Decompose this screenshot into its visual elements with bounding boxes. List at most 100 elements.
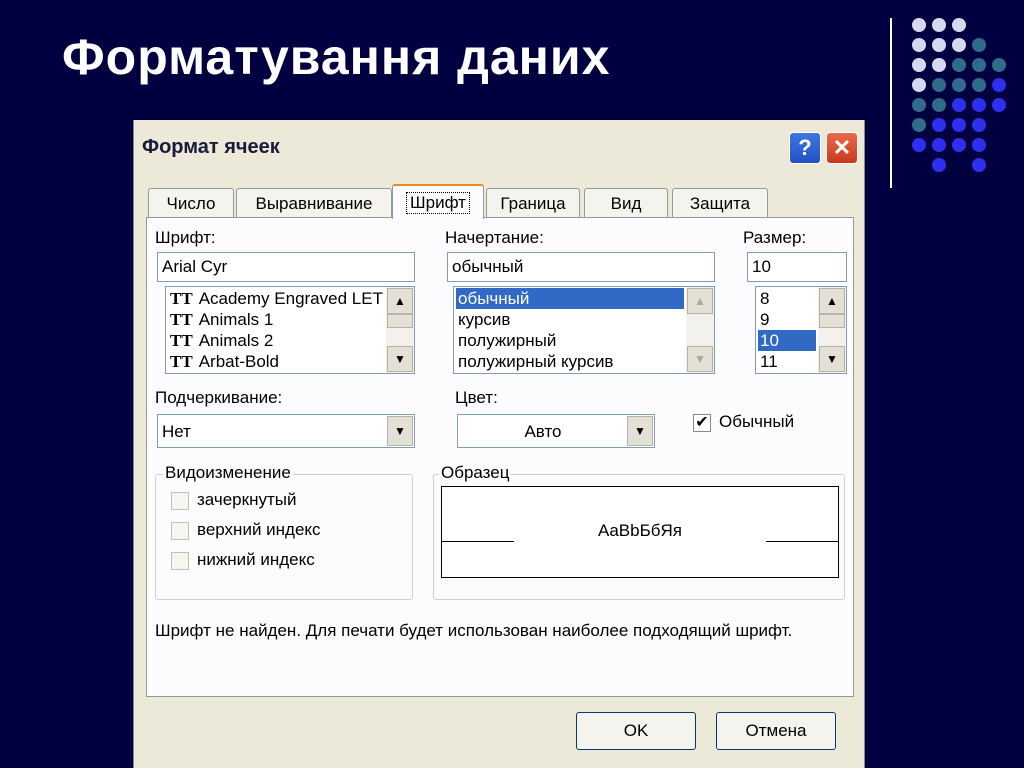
normal-font-checkbox[interactable]: ✔ bbox=[693, 414, 711, 432]
tab-label: Выравнивание bbox=[255, 193, 373, 213]
decor-dot bbox=[952, 98, 966, 112]
sample-group-title: Образец bbox=[439, 463, 512, 483]
tab-alignment[interactable]: Выравнивание bbox=[236, 188, 392, 218]
strikethrough-label: зачеркнутый bbox=[197, 490, 297, 509]
dialog-title: Формат ячеек bbox=[142, 136, 280, 158]
font-style-scrollbar[interactable]: ▲ ▼ bbox=[686, 287, 714, 373]
font-size-item[interactable]: 9 bbox=[760, 309, 769, 330]
decor-dot bbox=[972, 158, 986, 172]
slide-title: Форматування даних bbox=[62, 29, 611, 85]
truetype-icon: TT bbox=[170, 289, 193, 308]
sample-preview: AaBbБбЯя bbox=[441, 486, 839, 578]
decor-dot bbox=[972, 78, 986, 92]
decor-dot bbox=[932, 78, 946, 92]
scroll-down-icon[interactable]: ▼ bbox=[687, 346, 713, 372]
font-size-item-selected[interactable]: 10 bbox=[758, 330, 816, 351]
tab-label: Число bbox=[166, 193, 216, 213]
tab-patterns[interactable]: Вид bbox=[584, 188, 668, 218]
sample-text: AaBbБбЯя bbox=[598, 521, 682, 540]
font-list[interactable]: TT Academy Engraved LET TT Animals 1 TT Ani… bbox=[165, 286, 415, 374]
decor-dot bbox=[972, 118, 986, 132]
superscript-label: верхний индекс bbox=[197, 520, 321, 539]
tab-border[interactable]: Граница bbox=[486, 188, 580, 218]
tab-font[interactable]: Шрифт bbox=[392, 184, 484, 219]
subscript-label: нижний индекс bbox=[197, 550, 315, 569]
sample-baseline-right bbox=[766, 541, 838, 542]
decor-dot bbox=[972, 58, 986, 72]
chevron-down-icon[interactable]: ▼ bbox=[627, 416, 653, 446]
font-label: Шрифт: bbox=[155, 228, 216, 247]
decor-dot bbox=[952, 18, 966, 32]
decor-dot bbox=[932, 138, 946, 152]
help-icon: ? bbox=[798, 135, 812, 160]
decor-dot bbox=[912, 38, 926, 52]
decor-dot bbox=[912, 18, 926, 32]
truetype-icon: TT bbox=[170, 310, 193, 329]
font-style-item[interactable]: курсив bbox=[458, 309, 510, 330]
font-size-item[interactable]: 8 bbox=[760, 288, 769, 309]
truetype-icon: TT bbox=[170, 331, 193, 350]
tab-number[interactable]: Число bbox=[148, 188, 234, 218]
font-size-input[interactable]: 10 bbox=[747, 252, 847, 282]
font-style-item[interactable]: полужирный курсив bbox=[458, 351, 613, 372]
font-size-item[interactable]: 11 bbox=[760, 351, 778, 372]
color-label: Цвет: bbox=[455, 388, 498, 407]
effects-group-title: Видоизменение bbox=[163, 463, 293, 483]
decor-dot bbox=[912, 98, 926, 112]
scroll-down-icon[interactable]: ▼ bbox=[819, 346, 845, 372]
close-icon: ✕ bbox=[832, 135, 852, 160]
dialog-titlebar[interactable]: Формат ячеек ? ✕ bbox=[134, 120, 864, 172]
decor-dot bbox=[912, 58, 926, 72]
tab-label: Вид bbox=[610, 193, 642, 213]
underline-label: Подчеркивание: bbox=[155, 388, 283, 407]
help-button[interactable]: ? bbox=[789, 132, 821, 164]
font-style-item-selected[interactable]: обычный bbox=[456, 288, 684, 309]
close-button[interactable]: ✕ bbox=[826, 132, 858, 164]
decor-dot bbox=[932, 38, 946, 52]
scroll-up-icon[interactable]: ▲ bbox=[687, 288, 713, 314]
scroll-up-icon[interactable]: ▲ bbox=[819, 288, 845, 314]
format-cells-dialog: Формат ячеек ? ✕ Число Выравнивание Шриф… bbox=[133, 120, 865, 768]
subscript-checkbox[interactable] bbox=[171, 552, 189, 570]
decor-dot bbox=[932, 58, 946, 72]
font-list-item[interactable]: TT Arbat-Bold bbox=[170, 351, 279, 372]
font-not-found-message: Шрифт не найден. Для печати будет исполь… bbox=[155, 621, 793, 640]
tab-label: Граница bbox=[500, 193, 566, 213]
strikethrough-checkbox[interactable] bbox=[171, 492, 189, 510]
normal-font-label: Обычный bbox=[719, 412, 795, 431]
ok-button[interactable]: OK bbox=[576, 712, 696, 750]
font-tab-panel: Шрифт: Arial Cyr TT Academy Engraved LET … bbox=[146, 217, 854, 697]
scroll-thumb[interactable] bbox=[387, 314, 413, 328]
font-style-item[interactable]: полужирный bbox=[458, 330, 556, 351]
color-select[interactable]: Авто ▼ bbox=[457, 414, 655, 448]
font-size-list[interactable]: 8 9 10 11 ▲ ▼ bbox=[755, 286, 847, 374]
font-list-scrollbar[interactable]: ▲ ▼ bbox=[386, 287, 414, 373]
underline-select[interactable]: Нет ▼ bbox=[157, 414, 415, 448]
chevron-down-icon[interactable]: ▼ bbox=[387, 416, 413, 446]
font-name-input[interactable]: Arial Cyr bbox=[157, 252, 415, 282]
decor-dot bbox=[932, 158, 946, 172]
decor-dot bbox=[952, 118, 966, 132]
font-list-item[interactable]: TT Animals 1 bbox=[170, 309, 273, 330]
font-style-label: Начертание: bbox=[445, 228, 544, 247]
scroll-up-icon[interactable]: ▲ bbox=[387, 288, 413, 314]
font-list-item[interactable]: TT Academy Engraved LET bbox=[170, 288, 383, 309]
font-size-label: Размер: bbox=[743, 228, 807, 247]
tab-protection[interactable]: Защита bbox=[672, 188, 768, 218]
font-list-item[interactable]: TT Animals 2 bbox=[170, 330, 273, 351]
truetype-icon: TT bbox=[170, 352, 193, 371]
decor-dot bbox=[992, 78, 1006, 92]
tab-label: Защита bbox=[689, 193, 751, 213]
font-style-input[interactable]: обычный bbox=[447, 252, 715, 282]
font-style-list[interactable]: обычный курсив полужирный полужирный кур… bbox=[453, 286, 715, 374]
decor-dot bbox=[952, 78, 966, 92]
superscript-checkbox[interactable] bbox=[171, 522, 189, 540]
decor-dot bbox=[932, 118, 946, 132]
scroll-down-icon[interactable]: ▼ bbox=[387, 346, 413, 372]
cancel-button[interactable]: Отмена bbox=[716, 712, 836, 750]
font-size-scrollbar[interactable]: ▲ ▼ bbox=[818, 287, 846, 373]
decor-dot bbox=[992, 58, 1006, 72]
decor-dot bbox=[932, 98, 946, 112]
decor-dot bbox=[952, 38, 966, 52]
scroll-thumb[interactable] bbox=[819, 314, 845, 328]
